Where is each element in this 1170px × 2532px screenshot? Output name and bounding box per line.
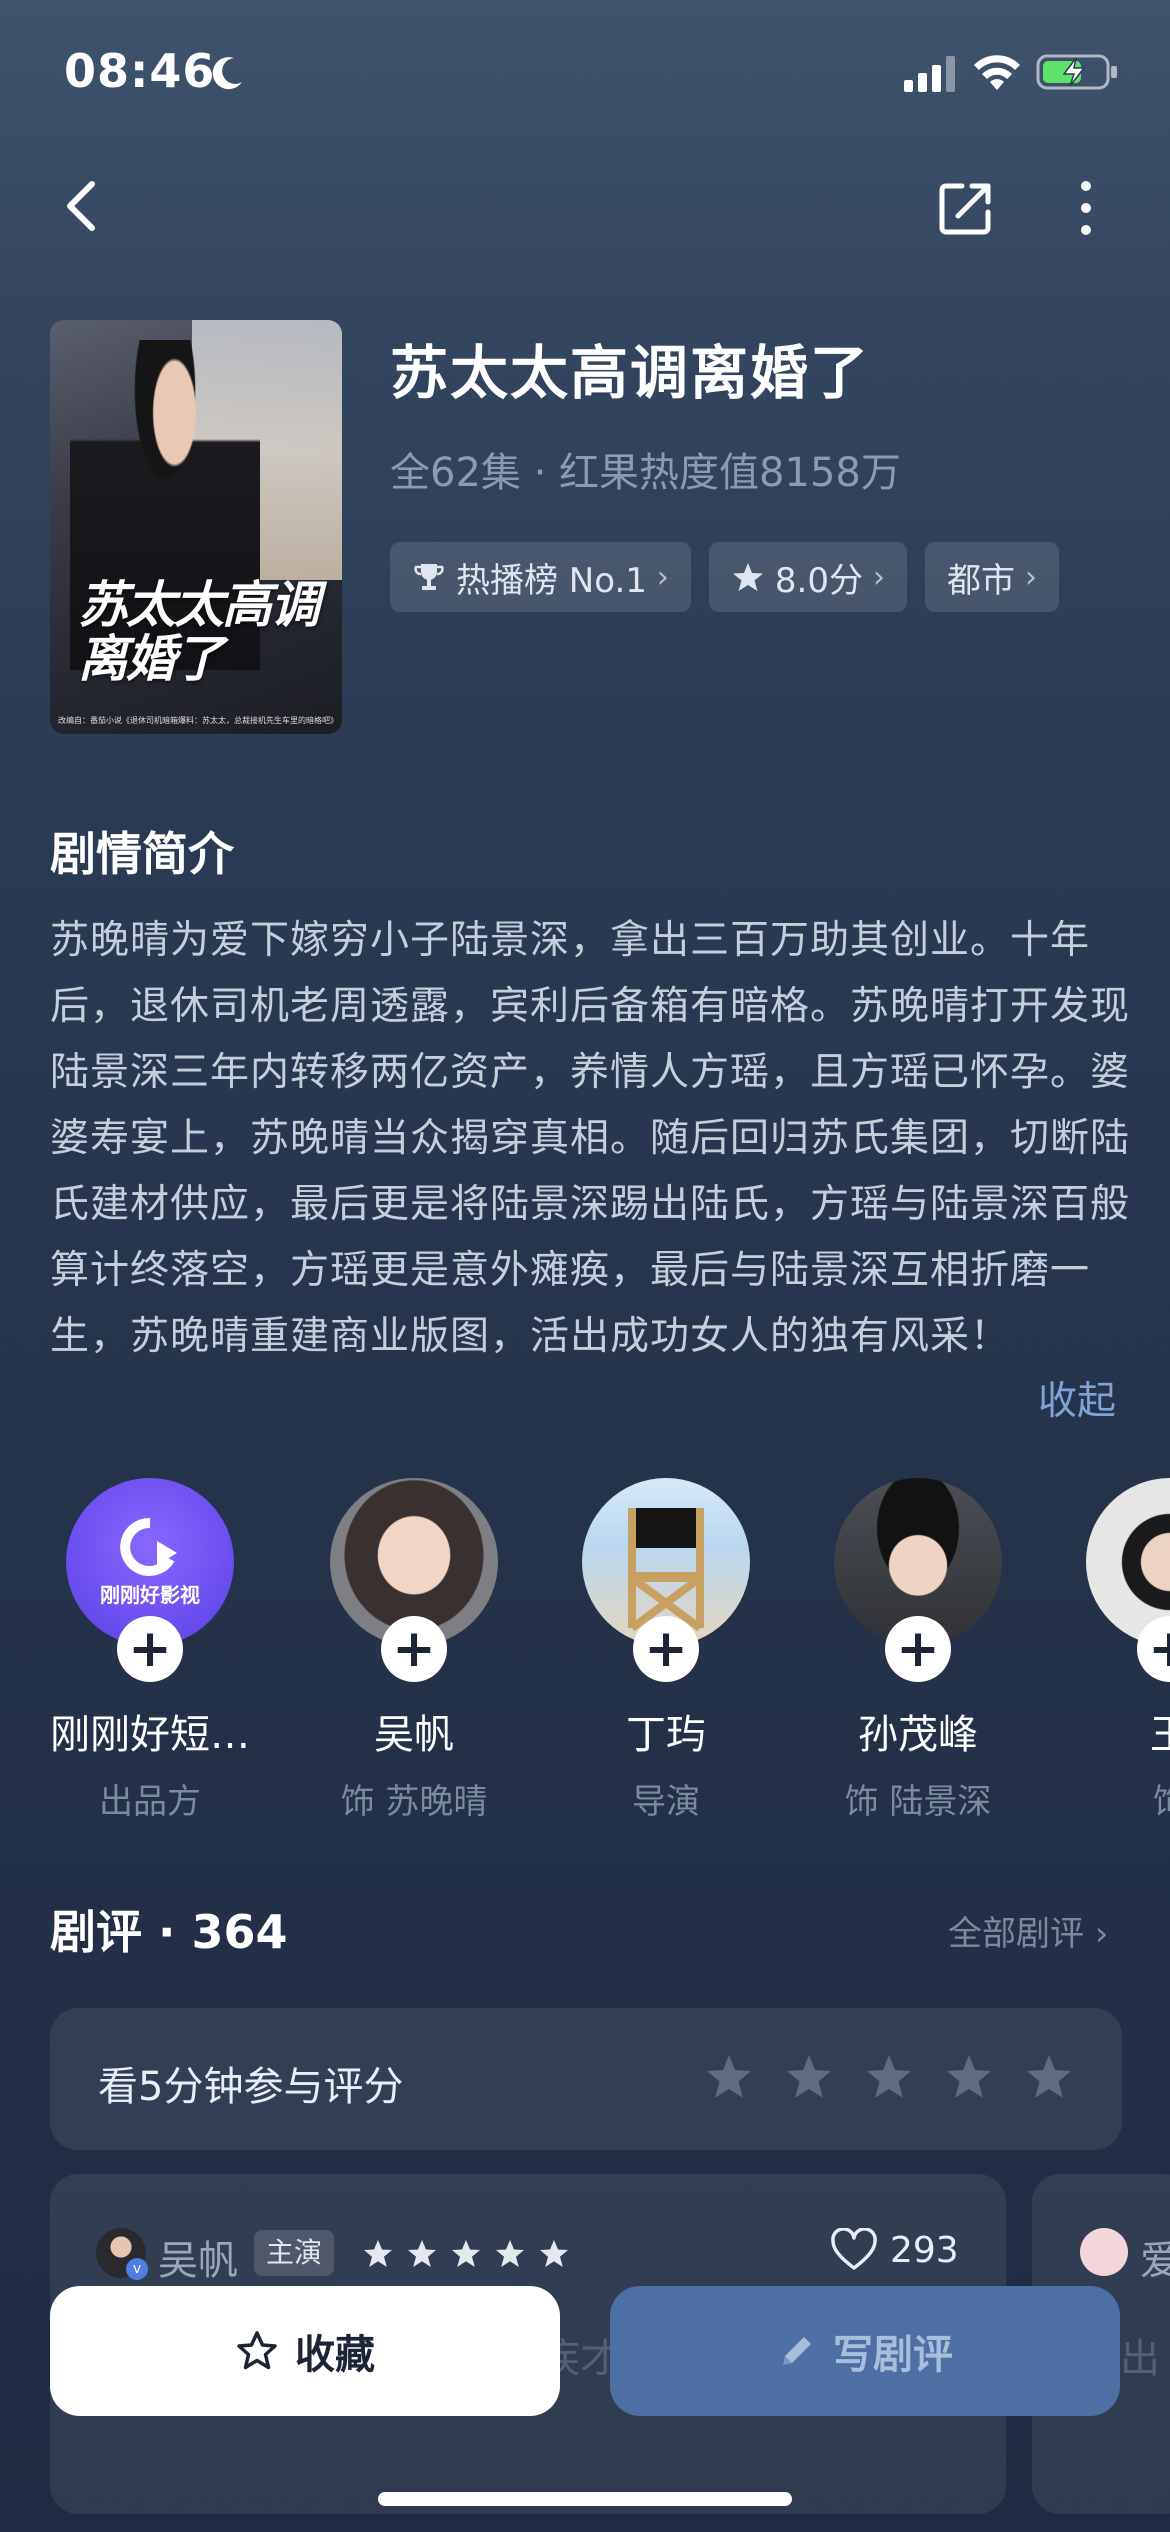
star-icon bbox=[732, 563, 763, 591]
follow-plus-icon[interactable]: + bbox=[633, 1616, 699, 1682]
tag-hot-ranking[interactable]: 热播榜 No.1 › bbox=[390, 542, 691, 612]
star-icon[interactable] bbox=[784, 2052, 834, 2102]
tag-genre[interactable]: 都市 › bbox=[924, 542, 1059, 612]
tag-rating[interactable]: 8.0分 › bbox=[708, 542, 907, 612]
cast-role: 出品方 bbox=[99, 1782, 201, 1818]
back-icon[interactable] bbox=[56, 176, 112, 236]
status-time: 08:46 bbox=[64, 44, 216, 98]
avatar: + bbox=[834, 1478, 1002, 1682]
star-icon[interactable] bbox=[944, 2052, 994, 2102]
star-outline-icon bbox=[237, 2331, 277, 2370]
more-options-icon[interactable] bbox=[1066, 176, 1106, 240]
tag-label: 8.0分 bbox=[774, 560, 863, 601]
follow-plus-icon[interactable]: + bbox=[885, 1616, 951, 1682]
tag-label: 都市 bbox=[946, 560, 1015, 601]
cast-item[interactable]: + 丁玙 导演 bbox=[560, 1478, 772, 1818]
follow-plus-icon[interactable]: + bbox=[381, 1616, 447, 1682]
star-icon bbox=[452, 2240, 480, 2267]
poster-fine-print: 改编自：番茄小说《退休司机暗箱爆料：苏太太，总裁接机先生车里的暗格吧》 bbox=[58, 716, 334, 725]
cast-item[interactable]: 刚刚好影视 + 刚刚好短… 出品方 bbox=[44, 1478, 256, 1818]
reviews-heading: 剧评 · 364 bbox=[50, 1905, 288, 1959]
rate-prompt: 看5分钟参与评分 bbox=[98, 2064, 404, 2110]
cast-name: 王 bbox=[1064, 1702, 1170, 1760]
star-icon bbox=[364, 2240, 392, 2267]
star-icon bbox=[540, 2240, 568, 2267]
avatar: + bbox=[1086, 1478, 1170, 1682]
poster-title-art: 苏太太高调离婚了 bbox=[78, 575, 320, 688]
review-text-fragment: 出 bbox=[1120, 2336, 1160, 2382]
synopsis-heading: 剧情简介 bbox=[50, 827, 234, 881]
cast-name: 吴帆 bbox=[374, 1712, 454, 1758]
star-icon[interactable] bbox=[704, 2052, 754, 2102]
cast-item[interactable]: + 吴帆 饰 苏晚晴 bbox=[308, 1478, 520, 1818]
like-count: 293 bbox=[890, 2229, 959, 2271]
star-icon[interactable] bbox=[864, 2052, 914, 2102]
avatar: 刚刚好影视 + bbox=[66, 1478, 234, 1682]
cast-role: 导演 bbox=[632, 1782, 700, 1818]
synopsis-text: 苏晚晴为爱下嫁穷小子陆景深，拿出三百万助其创业。十年后，退休司机老周透露，宾利后… bbox=[50, 918, 1131, 1359]
avatar: + bbox=[330, 1478, 498, 1682]
cast-list: 刚刚好影视 + 刚刚好短… 出品方 + 吴帆 饰 苏晚晴 + 丁玙 导演 + 孙… bbox=[44, 1478, 1170, 1818]
drama-meta: 全62集 · 红果热度值8158万 bbox=[390, 450, 901, 496]
favorite-label: 收藏 bbox=[295, 2332, 375, 2378]
star-icon bbox=[408, 2240, 436, 2267]
avatar[interactable] bbox=[1080, 2228, 1128, 2276]
cast-name: 刚刚好短… bbox=[50, 1712, 250, 1758]
avatar: + bbox=[582, 1478, 750, 1682]
cast-name: 丁玙 bbox=[626, 1712, 706, 1758]
drama-poster[interactable]: 苏太太高调离婚了 改编自：番茄小说《退休司机暗箱爆料：苏太太，总裁接机先生车里的… bbox=[50, 320, 342, 734]
star-icon[interactable] bbox=[1024, 2052, 1074, 2102]
drama-title: 苏太太高调离婚了 bbox=[390, 339, 871, 407]
producer-logo-mark bbox=[120, 1517, 177, 1576]
moon-icon bbox=[212, 57, 242, 90]
favorite-button[interactable]: 收藏 bbox=[50, 2286, 560, 2416]
like-button[interactable]: 293 bbox=[830, 2228, 959, 2272]
tag-label: 热播榜 No.1 bbox=[456, 560, 647, 601]
verified-badge: v bbox=[126, 2258, 148, 2280]
share-icon[interactable] bbox=[936, 178, 996, 238]
chevron-right-icon: › bbox=[1024, 559, 1037, 595]
reviewer-name[interactable]: 吴帆 bbox=[158, 2228, 238, 2286]
reviewer-name[interactable]: 爱 bbox=[1140, 2228, 1170, 2286]
write-review-label: 写剧评 bbox=[833, 2332, 953, 2378]
chevron-right-icon: › bbox=[872, 559, 885, 595]
cast-item[interactable]: + 王 饰 bbox=[1064, 1478, 1170, 1818]
review-rating bbox=[362, 2238, 570, 2270]
pencil-icon bbox=[783, 2337, 811, 2365]
collapse-link[interactable]: 收起 bbox=[1038, 1370, 1116, 1426]
battery-charging-icon bbox=[1036, 54, 1117, 90]
cast-item[interactable]: + 孙茂峰 饰 陆景深 bbox=[812, 1478, 1024, 1818]
reviewer-role-badge: 主演 bbox=[254, 2230, 335, 2276]
cellular-signal-icon bbox=[904, 56, 955, 92]
cast-role: 饰 陆景深 bbox=[844, 1782, 992, 1818]
star-icon bbox=[496, 2240, 524, 2267]
rating-stars[interactable] bbox=[704, 2052, 1074, 2102]
write-review-button[interactable]: 写剧评 bbox=[610, 2286, 1120, 2416]
heart-icon bbox=[831, 2228, 877, 2270]
all-reviews-link[interactable]: 全部剧评 › bbox=[948, 1906, 1108, 1955]
trophy-icon bbox=[414, 564, 444, 590]
follow-plus-icon[interactable]: + bbox=[117, 1616, 183, 1682]
chevron-right-icon: › bbox=[656, 559, 669, 595]
cast-role: 饰 苏晚晴 bbox=[340, 1782, 488, 1818]
wifi-icon bbox=[974, 55, 1020, 90]
tag-row: 热播榜 No.1 › 8.0分 › 都市 › bbox=[390, 542, 1059, 612]
home-indicator[interactable] bbox=[378, 2492, 792, 2506]
cast-name: 孙茂峰 bbox=[858, 1712, 978, 1758]
cast-role: 饰 bbox=[1064, 1774, 1170, 1818]
producer-logo-text: 刚刚好影视 bbox=[100, 1582, 200, 1607]
